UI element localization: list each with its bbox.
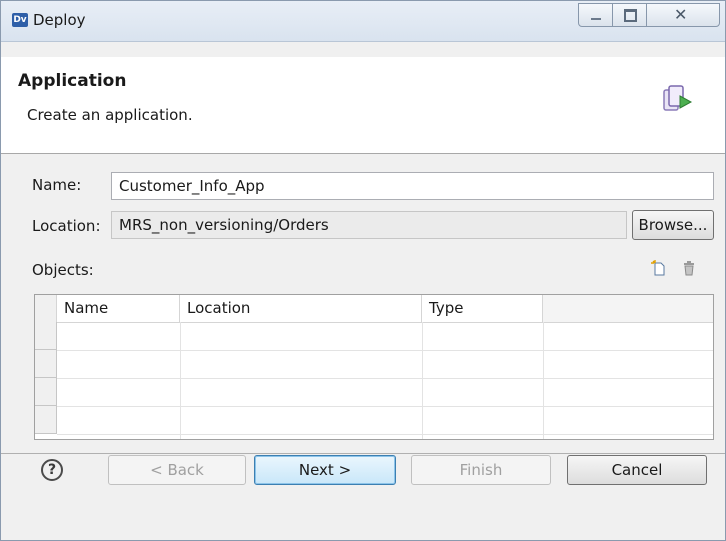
deploy-wizard-icon	[663, 85, 693, 111]
objects-table[interactable]: Name Location Type	[34, 294, 714, 440]
column-header-type[interactable]: Type	[422, 295, 543, 322]
column-header-filler	[543, 295, 713, 322]
new-object-icon[interactable]	[651, 260, 667, 276]
dv-app-icon: Dv	[12, 13, 28, 27]
row-header[interactable]	[35, 322, 57, 350]
cancel-button[interactable]: Cancel	[567, 455, 707, 485]
name-label: Name:	[32, 176, 82, 194]
location-label: Location:	[32, 217, 101, 235]
delete-trash-icon[interactable]	[681, 260, 697, 276]
help-icon[interactable]: ?	[41, 459, 63, 481]
minimize-button[interactable]	[578, 3, 614, 27]
minimize-icon	[591, 18, 601, 20]
column-divider	[180, 322, 181, 439]
table-header: Name Location Type	[35, 295, 713, 323]
row-header[interactable]	[35, 378, 57, 406]
wizard-header: Application Create an application.	[1, 57, 725, 154]
name-field[interactable]	[111, 172, 714, 200]
table-row[interactable]	[57, 378, 713, 407]
table-row[interactable]	[57, 350, 713, 379]
window-title: Deploy	[33, 11, 86, 29]
column-divider	[422, 322, 423, 439]
next-button[interactable]: Next >	[254, 455, 396, 485]
location-field: MRS_non_versioning/Orders	[111, 211, 627, 239]
page-description: Create an application.	[27, 106, 193, 124]
title-bar[interactable]: Dv Deploy ✕	[1, 1, 725, 42]
close-icon: ✕	[674, 5, 688, 24]
back-button[interactable]: < Back	[108, 455, 246, 485]
deploy-dialog: Dv Deploy ✕ Application Create an applic…	[0, 0, 726, 541]
close-button[interactable]: ✕	[646, 3, 720, 27]
maximize-icon	[624, 9, 637, 22]
column-header-location[interactable]: Location	[180, 295, 422, 322]
objects-label: Objects:	[32, 261, 94, 279]
finish-button[interactable]: Finish	[411, 455, 551, 485]
row-header-corner	[35, 295, 57, 322]
maximize-button[interactable]	[612, 3, 648, 27]
column-divider	[543, 322, 544, 439]
browse-button[interactable]: Browse...	[632, 210, 714, 240]
row-header[interactable]	[35, 406, 57, 434]
table-row[interactable]	[57, 406, 713, 435]
footer-separator	[1, 453, 725, 454]
table-row[interactable]	[57, 322, 713, 351]
column-header-name[interactable]: Name	[57, 295, 180, 322]
page-title: Application	[18, 71, 127, 91]
row-header[interactable]	[35, 350, 57, 378]
